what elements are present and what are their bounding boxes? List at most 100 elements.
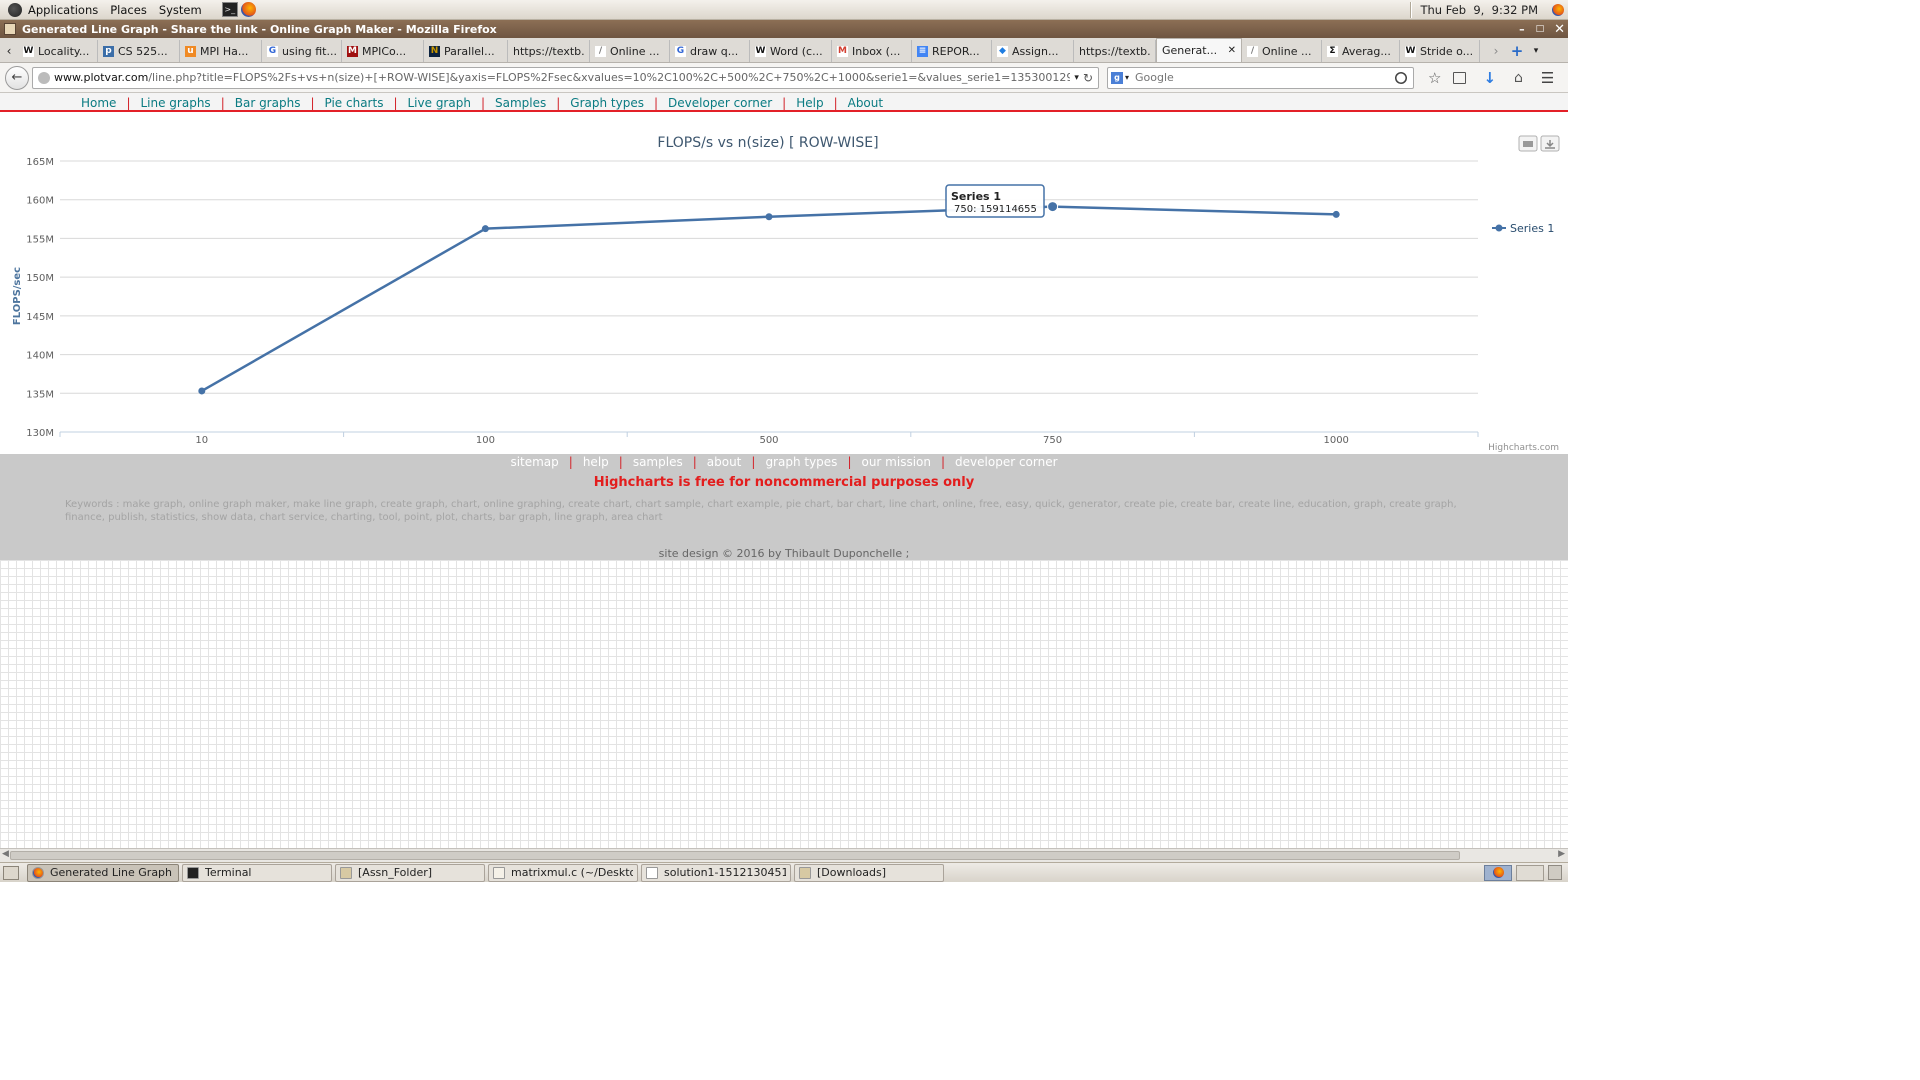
browser-tab[interactable]: / Online ...: [590, 40, 670, 62]
bookmarks-menu-icon[interactable]: [1453, 71, 1467, 84]
site-identity-icon[interactable]: [38, 71, 50, 84]
nav-link-help[interactable]: Help: [796, 96, 823, 110]
browser-tab[interactable]: W Locality...: [18, 40, 98, 62]
graph-icon: /: [1247, 45, 1258, 57]
data-point[interactable]: [765, 213, 773, 221]
hamburger-menu-icon[interactable]: ☰: [1541, 69, 1554, 87]
wikipedia-icon: W: [23, 45, 34, 57]
workspace-1[interactable]: [1484, 864, 1512, 881]
nav-separator: |: [833, 95, 838, 110]
nav-link-graph-types[interactable]: Graph types: [570, 96, 644, 110]
nav-link-developer-corner[interactable]: Developer corner: [668, 96, 772, 110]
window-menu-icon[interactable]: [4, 23, 16, 35]
footer-link-help[interactable]: help: [583, 455, 609, 469]
export-print-button[interactable]: [1518, 135, 1538, 152]
chart-credits[interactable]: Highcharts.com: [1488, 443, 1559, 453]
search-engine-icon[interactable]: g: [1111, 71, 1123, 84]
tab-label: draw q...: [690, 44, 739, 58]
taskbar-window-button[interactable]: matrixmul.c (~/Desktop...: [488, 863, 638, 882]
minimize-icon[interactable]: –: [1519, 23, 1525, 36]
panel-menu-places[interactable]: Places: [110, 3, 147, 17]
browser-tab[interactable]: p CS 525...: [98, 40, 180, 62]
footer-link-sitemap[interactable]: sitemap: [510, 455, 558, 469]
bookmark-icon: u: [185, 45, 196, 57]
search-engine-dropdown-icon[interactable]: ▾: [1125, 73, 1129, 82]
close-tab-icon[interactable]: ✕: [1228, 45, 1236, 56]
tab-list-icon[interactable]: ▾: [1528, 40, 1544, 62]
browser-tab[interactable]: Generat... ✕: [1156, 38, 1242, 62]
browser-tab[interactable]: Gdraw q...: [670, 40, 750, 62]
browser-tab[interactable]: https://textb...: [508, 40, 590, 62]
home-icon[interactable]: ⌂: [1514, 70, 1523, 86]
taskbar-window-button[interactable]: [Downloads]: [794, 863, 944, 882]
show-desktop-icon[interactable]: [3, 865, 19, 880]
nav-link-live-graph[interactable]: Live graph: [408, 96, 471, 110]
firefox-launcher-icon[interactable]: [240, 2, 256, 17]
nav-link-samples[interactable]: Samples: [495, 96, 546, 110]
browser-tab[interactable]: / Online ...: [1242, 40, 1322, 62]
tab-label: CS 525...: [118, 44, 168, 58]
footer-link-graph-types[interactable]: graph types: [765, 455, 837, 469]
nav-link-home[interactable]: Home: [81, 96, 116, 110]
export-download-button[interactable]: [1540, 135, 1560, 152]
browser-tab[interactable]: N Parallel...: [424, 40, 508, 62]
search-bar[interactable]: g ▾: [1107, 66, 1414, 89]
panel-menu-applications[interactable]: Applications: [28, 3, 98, 17]
browser-tab[interactable]: W Word (c...: [750, 40, 832, 62]
scroll-tabs-left-icon[interactable]: ‹: [0, 40, 18, 62]
reload-icon[interactable]: ↻: [1083, 71, 1093, 85]
footer-link-samples[interactable]: samples: [633, 455, 683, 469]
url-bar[interactable]: www.plotvar.com /line.php?title=FLOPS%2F…: [32, 66, 1099, 89]
browser-tab[interactable]: M MPICo...: [342, 40, 424, 62]
footer-link-about[interactable]: about: [707, 455, 742, 469]
browser-tab[interactable]: Σ Averag...: [1322, 40, 1400, 62]
data-point[interactable]: [198, 387, 206, 395]
footer-link-developer-corner[interactable]: developer corner: [955, 455, 1058, 469]
taskbar-window-button[interactable]: [Assn_Folder]: [335, 863, 485, 882]
close-window-icon[interactable]: ✕: [1554, 22, 1565, 37]
browser-tab[interactable]: Gusing fit...: [262, 40, 342, 62]
gnome-foot-icon[interactable]: [8, 2, 22, 17]
scroll-tabs-right-icon[interactable]: ›: [1486, 40, 1506, 62]
data-point[interactable]: [481, 225, 489, 233]
taskbar-window-button[interactable]: Terminal: [182, 863, 332, 882]
browser-tab[interactable]: u MPI Ha...: [180, 40, 262, 62]
nav-link-pie-charts[interactable]: Pie charts: [325, 96, 384, 110]
bookmark-star-icon[interactable]: ☆: [1428, 69, 1441, 87]
footer-link-our-mission[interactable]: our mission: [861, 455, 931, 469]
browser-tab[interactable]: ◆ Assign...: [992, 40, 1074, 62]
panel-menu-system[interactable]: System: [159, 3, 202, 17]
workspace-2[interactable]: [1516, 864, 1544, 881]
browser-tab[interactable]: ≡ REPOR...: [912, 40, 992, 62]
gnome-top-panel: Applications Places System >_ Thu Feb 9, 9…: [0, 0, 1568, 20]
firefox-notification-icon[interactable]: [1552, 3, 1564, 16]
clock[interactable]: Thu Feb 9, 9:32 PM: [1420, 3, 1538, 17]
browser-tab[interactable]: https://textb...: [1074, 40, 1156, 62]
data-point[interactable]: [1332, 210, 1340, 218]
nav-link-about[interactable]: About: [848, 96, 883, 110]
footer-separator: |: [568, 455, 573, 469]
browser-tab[interactable]: M Inbox (...: [832, 40, 912, 62]
url-history-dropdown-icon[interactable]: ▾: [1074, 73, 1079, 83]
back-button[interactable]: ←: [5, 65, 29, 90]
chart-legend[interactable]: Series 1: [1492, 222, 1554, 235]
scrollbar-thumb[interactable]: [10, 851, 1460, 860]
data-point[interactable]: [1047, 201, 1059, 213]
horizontal-scrollbar[interactable]: ◀ ▶: [0, 848, 1568, 862]
window-titlebar[interactable]: Generated Line Graph - Share the link - …: [0, 20, 1568, 38]
trash-icon[interactable]: [1548, 865, 1562, 880]
taskbar-window-button[interactable]: solution1-1512130451...: [641, 863, 791, 882]
footer-links: sitemap | help | samples | about | graph types | o…: [0, 455, 1568, 469]
search-input[interactable]: [1135, 71, 1393, 84]
downloads-icon[interactable]: ↓: [1483, 69, 1496, 87]
scroll-left-arrow-icon[interactable]: ◀: [2, 849, 9, 859]
new-tab-icon[interactable]: +: [1506, 40, 1528, 62]
scroll-right-arrow-icon[interactable]: ▶: [1558, 849, 1565, 859]
terminal-launcher-icon[interactable]: >_: [221, 2, 238, 17]
nav-link-bar-graphs[interactable]: Bar graphs: [235, 96, 301, 110]
browser-tab[interactable]: W Stride o...: [1400, 40, 1480, 62]
nav-link-line-graphs[interactable]: Line graphs: [140, 96, 210, 110]
taskbar-window-button[interactable]: Generated Line Graph ...: [27, 863, 179, 882]
search-icon[interactable]: [1395, 71, 1407, 84]
maximize-icon[interactable]: □: [1536, 24, 1545, 34]
